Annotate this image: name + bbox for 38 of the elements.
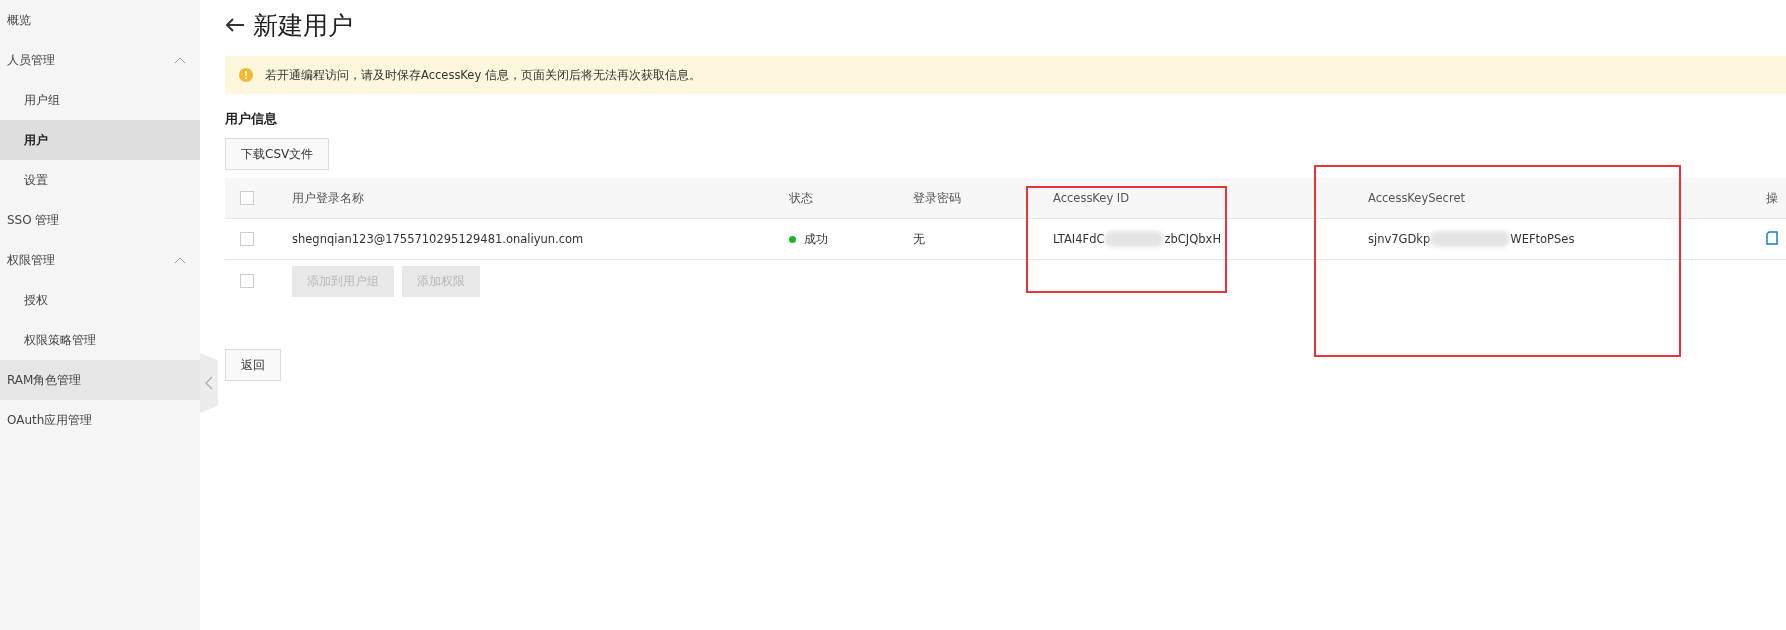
table-cell-text: 无: [913, 231, 926, 247]
column-header: 登录密码: [913, 190, 962, 206]
download-csv-button[interactable]: 下载CSV文件: [225, 138, 330, 170]
key-text: zbCJQbxH: [1164, 232, 1222, 246]
sidebar-item[interactable]: SSO 管理: [0, 200, 200, 240]
column-header: 状态: [789, 190, 814, 206]
sidebar-item[interactable]: OAuth应用管理: [0, 400, 200, 440]
key-text: LTAI4FdC: [1053, 232, 1105, 246]
sidebar-item[interactable]: 用户组: [0, 80, 200, 120]
checkbox[interactable]: [240, 274, 254, 288]
copy-icon[interactable]: [1766, 230, 1778, 245]
checkbox[interactable]: [240, 191, 254, 205]
sidebar-item[interactable]: RAM角色管理: [0, 360, 200, 400]
sidebar-item[interactable]: 授权: [0, 280, 200, 320]
key-text: sjnv7GDkp: [1368, 232, 1431, 246]
sidebar-item[interactable]: 权限管理: [0, 240, 200, 280]
column-header: AccessKeySecret: [1368, 191, 1466, 205]
sidebar-item[interactable]: 权限策略管理: [0, 320, 200, 360]
chevron-left-icon: [205, 376, 213, 390]
back-button[interactable]: 返回: [225, 349, 281, 381]
column-header: 操: [1766, 190, 1779, 206]
key-text: WEFtoPSes: [1510, 232, 1575, 246]
checkbox[interactable]: [240, 232, 254, 246]
sidebar-item[interactable]: 用户: [0, 120, 200, 160]
back-arrow-icon[interactable]: [225, 17, 245, 33]
notice-text: 若开通编程访问，请及时保存AccessKey 信息，页面关闭后将无法再次获取信息。: [265, 67, 701, 83]
sidebar-item[interactable]: 概览: [0, 0, 200, 40]
sidebar-item[interactable]: 人员管理: [0, 40, 200, 80]
table-cell-text: shegnqian123@1755710295129481.onaliyun.com: [292, 232, 585, 246]
sidebar-item[interactable]: 设置: [0, 160, 200, 200]
status-text: 成功: [804, 231, 828, 247]
warning-icon: [239, 68, 253, 82]
column-header: AccessKey ID: [1053, 191, 1131, 205]
redaction-blur: [1104, 231, 1165, 247]
column-header: 用户登录名称: [292, 190, 365, 206]
page-title: 新建用户: [253, 9, 353, 42]
collapse-handle[interactable]: [200, 353, 218, 413]
section-title: 用户信息: [225, 111, 278, 128]
